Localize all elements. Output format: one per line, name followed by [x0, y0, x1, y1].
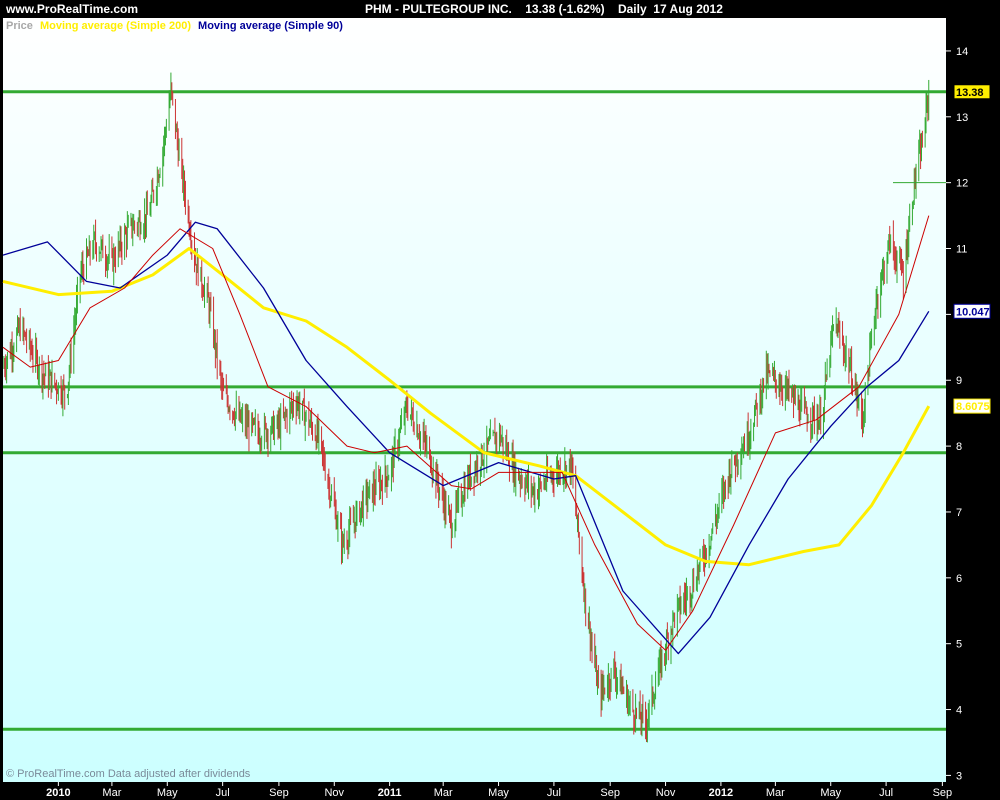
header-bar: www.ProRealTime.com PHM - PULTEGROUP INC…	[0, 0, 1000, 18]
x-tick-label: Jul	[547, 787, 561, 799]
x-tick-label: Jul	[879, 787, 893, 799]
legend: Price Moving average (Simple 200) Moving…	[6, 20, 347, 32]
price-value-badge: 13.38	[956, 87, 984, 99]
x-tick-label: 2012	[709, 787, 733, 799]
legend-ma90: Moving average (Simple 90)	[198, 20, 343, 32]
x-tick-label: Sep	[269, 787, 289, 799]
y-tick-label: 7	[956, 507, 962, 519]
y-tick-label: 9	[956, 375, 962, 387]
legend-price: Price	[6, 20, 33, 32]
x-tick-label: Jul	[216, 787, 230, 799]
x-tick-label: May	[820, 787, 841, 799]
x-tick-label: Sep	[600, 787, 620, 799]
price-chart[interactable]: 34567891011121314 2010MarMayJulSepNov201…	[0, 0, 1000, 800]
x-tick-label: May	[488, 787, 509, 799]
x-tick-label: Nov	[324, 787, 344, 799]
ma200-value-badge: 8.6075	[956, 401, 990, 413]
x-tick-label: 2010	[46, 787, 70, 799]
footer-note: © ProRealTime.com Data adjusted after di…	[6, 768, 251, 780]
chart-title: PHM - PULTEGROUP INC. 13.38 (-1.62%) Dai…	[365, 2, 723, 16]
legend-ma200: Moving average (Simple 200)	[39, 20, 191, 32]
x-tick-label: Mar	[434, 787, 453, 799]
x-tick-label: Mar	[766, 787, 785, 799]
x-tick-label: 2011	[378, 787, 402, 799]
x-tick-label: Sep	[933, 787, 953, 799]
y-tick-label: 4	[956, 705, 962, 717]
ma90-value-badge: 10.047	[956, 306, 990, 318]
y-tick-label: 12	[956, 178, 968, 190]
site-name[interactable]: www.ProRealTime.com	[6, 2, 138, 16]
y-tick-label: 13	[956, 112, 968, 124]
y-tick-label: 3	[956, 770, 962, 782]
x-tick-label: May	[157, 787, 178, 799]
y-tick-label: 11	[956, 244, 967, 256]
y-tick-label: 14	[956, 46, 968, 58]
y-tick-label: 6	[956, 573, 962, 585]
x-tick-label: Mar	[102, 787, 121, 799]
y-tick-label: 5	[956, 639, 962, 651]
y-tick-label: 8	[956, 441, 962, 453]
x-tick-label: Nov	[656, 787, 676, 799]
